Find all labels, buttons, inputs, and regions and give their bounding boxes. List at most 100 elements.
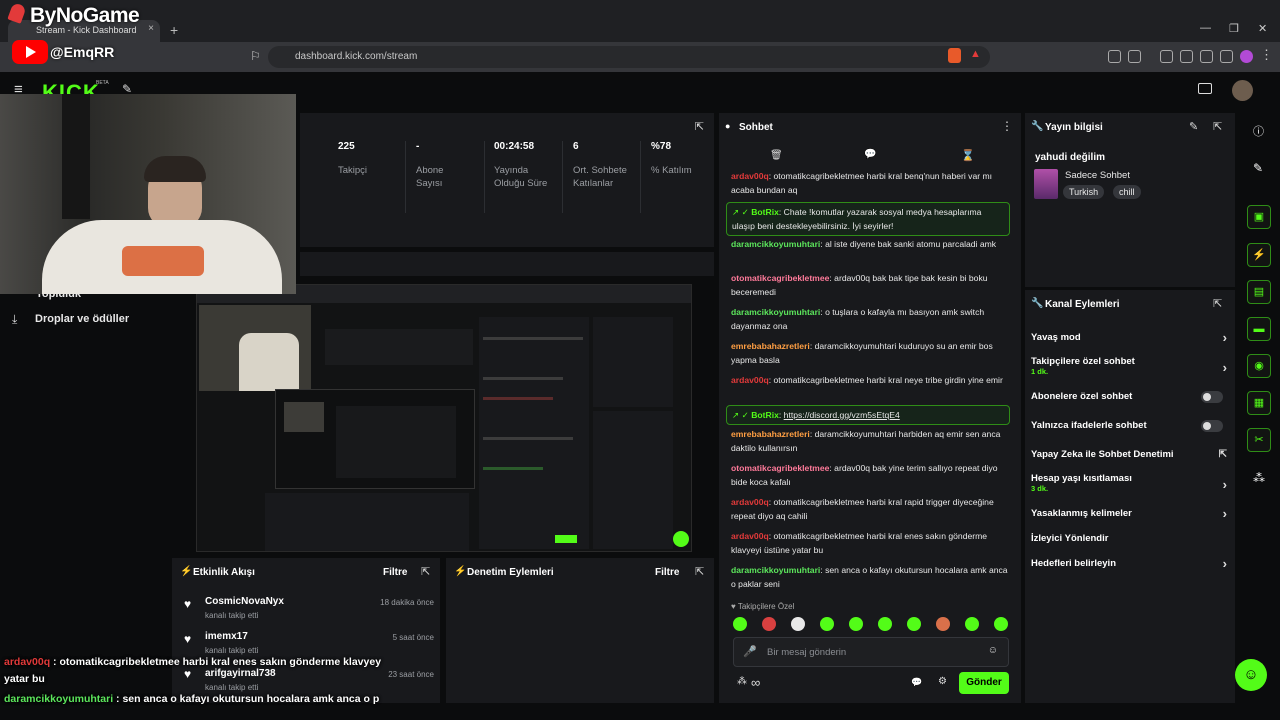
chat-username[interactable]: daramcikkoyumuhtari: [731, 307, 820, 317]
chat-username[interactable]: emrebabahazretleri: [731, 341, 810, 351]
chat-username[interactable]: otomatikcagribekletmee: [731, 463, 829, 473]
brave-rewards-icon[interactable]: ▲: [970, 48, 981, 60]
overlay-username: daramcikkoyumuhtari: [4, 693, 114, 705]
document-icon[interactable]: ▤: [1247, 280, 1271, 304]
chat-text[interactable]: https://discord.gg/vzm5sEtqE4: [784, 410, 900, 420]
points-icon[interactable]: ⁂: [1253, 471, 1265, 485]
wallet-icon[interactable]: [1180, 50, 1193, 63]
stream-title: yahudi değilim: [1035, 152, 1106, 163]
new-tab-button[interactable]: +: [170, 22, 178, 38]
external-link-icon[interactable]: ⇱: [1219, 449, 1227, 460]
avatar[interactable]: [1232, 80, 1253, 101]
emoji-icon[interactable]: ☺: [988, 645, 998, 656]
settings-gear-icon[interactable]: ⚙: [938, 676, 947, 687]
download-icon[interactable]: [1220, 50, 1233, 63]
edit-pencil-icon[interactable]: ✎: [1253, 161, 1263, 175]
tab-close-icon[interactable]: ×: [148, 23, 154, 34]
emote-icon[interactable]: [936, 617, 950, 631]
emote-icon[interactable]: [733, 617, 747, 631]
chat-username[interactable]: ardav00q: [731, 375, 769, 385]
channel-action-item[interactable]: Abonelere özel sohbet: [1031, 391, 1231, 403]
hourglass-icon[interactable]: ⌛: [961, 149, 975, 162]
sidebar-item-drops[interactable]: Droplar ve ödüller: [35, 313, 129, 325]
channel-action-item[interactable]: Yapay Zeka ile Sohbet Denetimi ⇱: [1031, 449, 1231, 460]
edit-pencil-icon[interactable]: ✎: [1189, 120, 1198, 133]
bookmark-icon[interactable]: ⚐: [250, 49, 261, 63]
chevron-right-icon[interactable]: ›: [1223, 477, 1227, 492]
popout-icon[interactable]: ⇱: [695, 120, 704, 133]
emote-icon[interactable]: [849, 617, 863, 631]
chat-username[interactable]: daramcikkoyumuhtari: [731, 239, 820, 249]
toggle-switch[interactable]: [1201, 391, 1223, 403]
chat-username[interactable]: ardav00q: [731, 497, 769, 507]
popout-icon[interactable]: ⇱: [1213, 120, 1222, 133]
tag-turkish[interactable]: Turkish: [1063, 185, 1105, 199]
server-icon[interactable]: ▦: [1247, 391, 1271, 415]
chat-username[interactable]: ardav00q: [731, 531, 769, 541]
webcam-hair: [144, 156, 206, 182]
screen-capture-icon[interactable]: ▣: [1247, 205, 1271, 229]
emote-icon[interactable]: [878, 617, 892, 631]
sidebar-icon[interactable]: [1160, 50, 1173, 63]
chat-message: emrebabahazretleri: daramcikkoyumuhtari …: [731, 341, 993, 365]
mic-icon[interactable]: 🎤: [743, 645, 757, 658]
heart-icon: ♥: [184, 632, 192, 646]
help-chat-button[interactable]: ☺: [1235, 659, 1267, 691]
broadcast-icon[interactable]: ◉: [1247, 354, 1271, 378]
chat-menu-icon[interactable]: ⋮: [1001, 119, 1013, 133]
toggle-switch[interactable]: [1201, 420, 1223, 432]
leo-ai-icon[interactable]: [1200, 50, 1213, 63]
minimize-icon[interactable]: —: [1200, 22, 1211, 34]
chevron-right-icon[interactable]: ›: [1223, 506, 1227, 521]
chat-username[interactable]: ardav00q: [731, 171, 769, 181]
lightning-icon[interactable]: ⚡: [1247, 243, 1271, 267]
chevron-right-icon[interactable]: ›: [1223, 360, 1227, 375]
send-button[interactable]: Gönder: [959, 672, 1009, 694]
trash-icon[interactable]: 🗑: [770, 150, 783, 161]
screenshot-icon[interactable]: [1128, 50, 1141, 63]
chat-bubble-icon[interactable]: 💬: [911, 677, 922, 688]
chevron-right-icon[interactable]: ›: [1223, 556, 1227, 571]
chat-username[interactable]: emrebabahazretleri: [731, 429, 810, 439]
popout-icon[interactable]: ⇱: [695, 565, 704, 578]
profile-icon[interactable]: [1240, 50, 1253, 63]
channel-action-item[interactable]: İzleyici Yönlendir: [1031, 533, 1231, 544]
emote-icon[interactable]: [762, 617, 776, 631]
window-close-icon[interactable]: ✕: [1258, 22, 1267, 35]
emote-icon[interactable]: [820, 617, 834, 631]
emote-icon[interactable]: [907, 617, 921, 631]
chat-username[interactable]: BotRix: [751, 410, 779, 420]
channel-action-item[interactable]: Takipçilere özel sohbet 1 dk. ›: [1031, 356, 1231, 376]
moderation-filter-button[interactable]: Filtre: [655, 567, 679, 578]
chat-bubble-icon[interactable]: ▬: [1247, 317, 1271, 341]
wrench-icon[interactable]: ✂: [1247, 428, 1271, 452]
channel-action-item[interactable]: Yavaş mod ›: [1031, 330, 1231, 345]
chat-mode-icon[interactable]: 💬: [864, 149, 876, 160]
channel-action-item[interactable]: Hesap yaşı kısıtlaması 3 dk. ›: [1031, 473, 1231, 493]
emote-icon[interactable]: [994, 617, 1008, 631]
channel-action-item[interactable]: Hedefleri belirleyin ›: [1031, 556, 1231, 571]
camera-icon[interactable]: [1198, 83, 1212, 94]
chat-username[interactable]: otomatikcagribekletmee: [731, 273, 829, 283]
chat-username[interactable]: BotRix: [751, 207, 779, 217]
url-bar[interactable]: dashboard.kick.com/stream: [268, 46, 990, 68]
activity-title: Etkinlik Akışı: [193, 567, 255, 578]
extensions-icon[interactable]: [1108, 50, 1121, 63]
points-icon[interactable]: ⁂: [737, 676, 747, 687]
popout-icon[interactable]: ⇱: [421, 565, 430, 578]
tag-chill[interactable]: chill: [1113, 185, 1141, 199]
channel-action-item[interactable]: Yasaklanmış kelimeler ›: [1031, 506, 1231, 521]
menu-dots-icon[interactable]: ⋮: [1260, 47, 1273, 63]
brave-shield-icon[interactable]: [948, 48, 961, 63]
stream-preview[interactable]: [196, 284, 692, 552]
chat-input[interactable]: 🎤 Bir mesaj gönderin ☺: [733, 637, 1009, 667]
chevron-right-icon[interactable]: ›: [1223, 330, 1227, 345]
emote-icon[interactable]: [965, 617, 979, 631]
info-icon[interactable]: ⓘ: [1253, 123, 1264, 139]
maximize-icon[interactable]: ❐: [1229, 22, 1239, 35]
emote-icon[interactable]: [791, 617, 805, 631]
activity-filter-button[interactable]: Filtre: [383, 567, 407, 578]
channel-action-item[interactable]: Yalnızca ifadelerle sohbet: [1031, 420, 1231, 432]
category-name[interactable]: Sadece Sohbet: [1065, 170, 1130, 181]
chat-username[interactable]: daramcikkoyumuhtari: [731, 565, 820, 575]
